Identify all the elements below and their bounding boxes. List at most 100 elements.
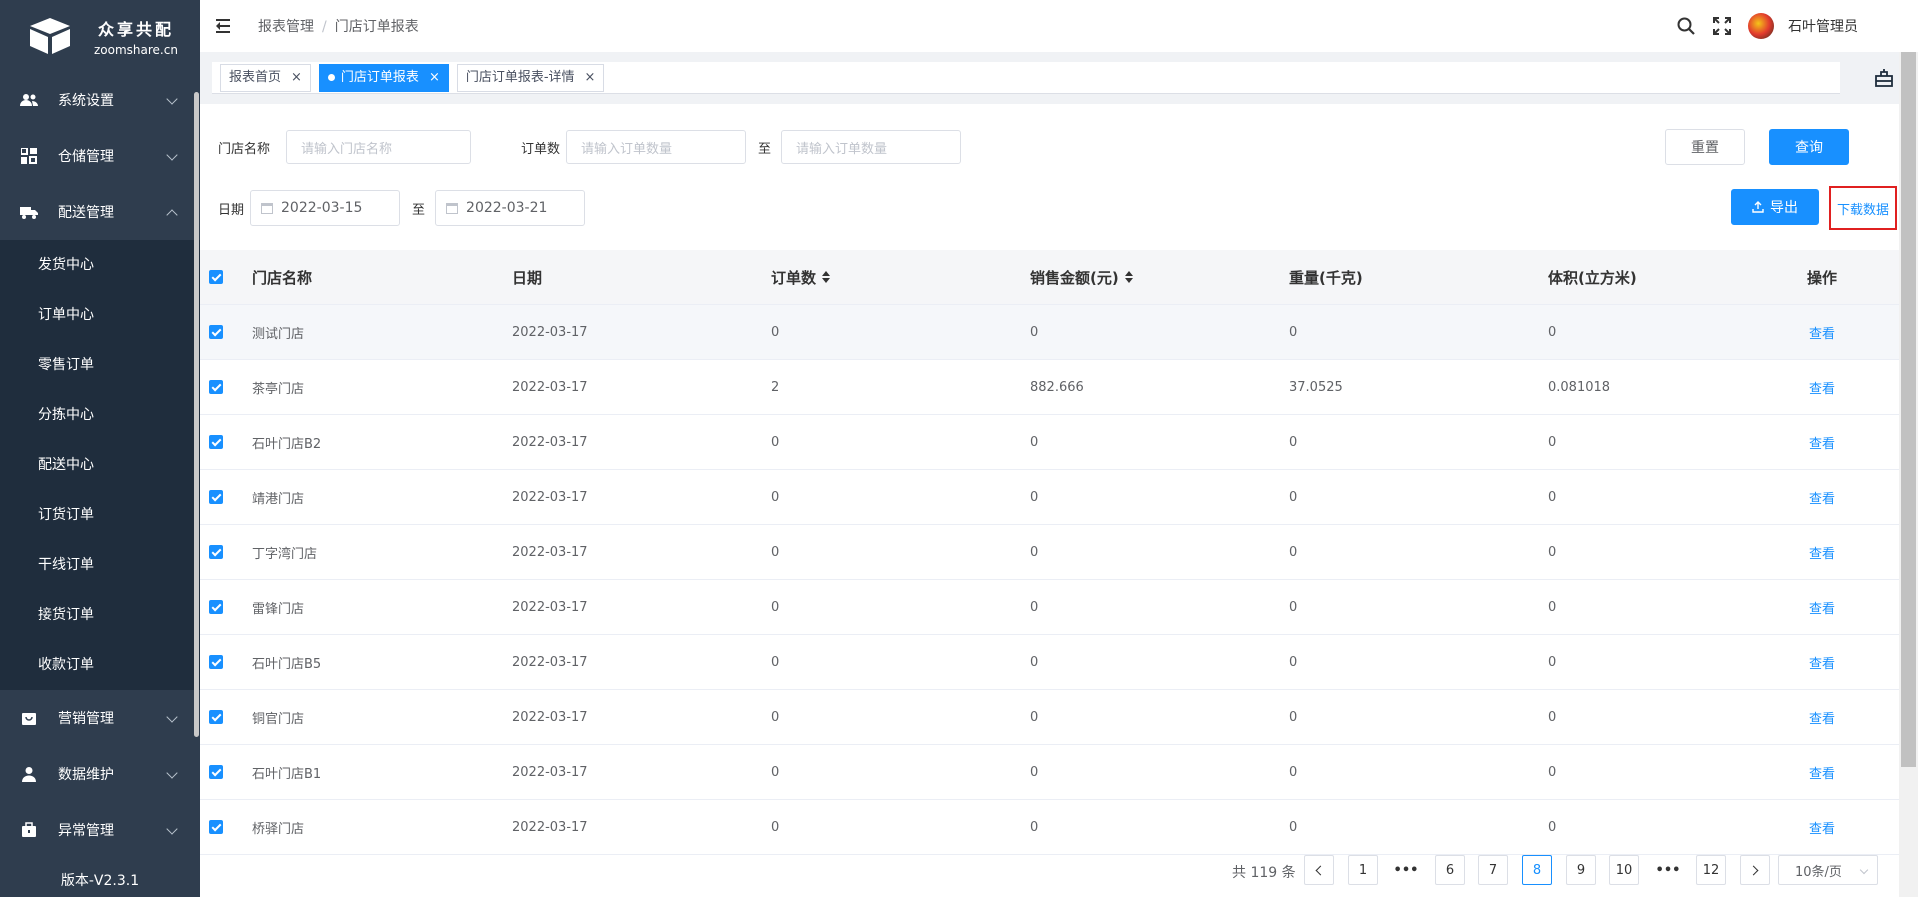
cell-volume: 0 [1548, 709, 1557, 725]
menu-toggle-icon[interactable] [216, 19, 234, 33]
cell-order-count: 0 [771, 489, 780, 505]
order-count-min-input[interactable]: 请输入订单数量 [566, 130, 747, 164]
submenu-item-purchase-orders[interactable]: 订货订单 [0, 490, 200, 540]
submenu-item-shipping-center[interactable]: 发货中心 [0, 240, 200, 290]
breadcrumb-item-reports[interactable]: 报表管理 [258, 19, 314, 35]
view-link[interactable]: 查看 [1809, 818, 1835, 837]
brand-logo[interactable]: 众享共配 zoomshare.cn [0, 0, 200, 72]
submenu-item-retail-orders[interactable]: 零售订单 [0, 340, 200, 390]
tab-label: 门店订单报表-详情 [465, 69, 575, 85]
page-button[interactable]: 6 [1435, 855, 1465, 885]
view-link[interactable]: 查看 [1809, 653, 1835, 672]
page-button[interactable]: 7 [1478, 855, 1508, 885]
submenu-item-delivery-center[interactable]: 配送中心 [0, 440, 200, 490]
view-link[interactable]: 查看 [1809, 378, 1835, 397]
sidebar: 众享共配 zoomshare.cn 系统设置 仓储管理 配送管理 发货中心 订单… [0, 0, 200, 897]
row-checkbox[interactable] [209, 655, 223, 669]
store-name-input[interactable]: 请输入门店名称 [286, 130, 472, 164]
submenu-item-sorting-center[interactable]: 分拣中心 [0, 390, 200, 440]
date-range-to-label: 至 [412, 202, 426, 218]
cell-volume: 0 [1548, 489, 1557, 505]
menu-system-settings[interactable]: 系统设置 [0, 72, 200, 128]
sort-icon[interactable] [822, 271, 831, 283]
submenu-item-order-center[interactable]: 订单中心 [0, 290, 200, 340]
cell-store-name: 茶亭门店 [252, 381, 305, 397]
pagination-ellipsis[interactable]: ••• [1391, 855, 1421, 885]
submenu-item-receiving-orders[interactable]: 接货订单 [0, 590, 200, 640]
username[interactable]: 石叶管理员 [1788, 16, 1858, 36]
select-all-checkbox[interactable] [209, 270, 223, 284]
menu-warehouse[interactable]: 仓储管理 [0, 128, 200, 184]
sort-icon[interactable] [1124, 271, 1133, 283]
prev-page-button[interactable] [1304, 855, 1334, 885]
chevron-down-icon [166, 149, 178, 161]
close-icon[interactable]: × [585, 65, 596, 91]
cell-sales-amount: 0 [1030, 324, 1039, 340]
tabs-menu-icon[interactable] [1874, 68, 1896, 90]
calendar-icon [446, 202, 459, 214]
next-page-button[interactable] [1740, 855, 1770, 885]
fullscreen-icon[interactable] [1712, 16, 1732, 36]
upload-icon [1752, 201, 1764, 213]
view-link[interactable]: 查看 [1809, 488, 1835, 507]
search-button[interactable]: 查询 [1769, 129, 1849, 165]
box-logo-icon [30, 18, 70, 54]
row-checkbox[interactable] [209, 545, 223, 559]
tab-store-order-report-detail[interactable]: 门店订单报表-详情 × [456, 63, 605, 92]
col-order-count[interactable]: 订单数 [771, 267, 831, 288]
view-link[interactable]: 查看 [1809, 433, 1835, 452]
row-checkbox[interactable] [209, 325, 223, 339]
menu-marketing[interactable]: 营销管理 [0, 690, 200, 746]
range-to-label: 至 [758, 141, 772, 157]
close-icon[interactable]: × [291, 65, 302, 91]
page-scrollbar[interactable] [1899, 52, 1918, 897]
page-button[interactable]: 10 [1609, 855, 1639, 885]
menu-exceptions[interactable]: 异常管理 [0, 802, 200, 858]
search-icon[interactable] [1676, 16, 1696, 36]
cell-store-name: 石叶门店B2 [252, 436, 322, 452]
submenu-item-payment-orders[interactable]: 收款订单 [0, 640, 200, 690]
row-checkbox[interactable] [209, 820, 223, 834]
page-button[interactable]: 9 [1566, 855, 1596, 885]
row-checkbox[interactable] [209, 765, 223, 779]
active-dot-icon [327, 74, 335, 81]
cell-date: 2022-03-17 [512, 324, 588, 340]
cell-weight: 0 [1289, 654, 1298, 670]
table-row: 铜官门店 2022-03-17 0 0 0 0 查看 [200, 690, 1900, 745]
submenu-item-trunk-orders[interactable]: 干线订单 [0, 540, 200, 590]
page-scrollbar-thumb[interactable] [1901, 52, 1916, 767]
page-button[interactable]: 1 [1348, 855, 1378, 885]
view-link[interactable]: 查看 [1809, 598, 1835, 617]
menu-data-maintenance[interactable]: 数据维护 [0, 746, 200, 802]
pagination-ellipsis[interactable]: ••• [1653, 855, 1683, 885]
view-link[interactable]: 查看 [1809, 323, 1835, 342]
row-checkbox[interactable] [209, 710, 223, 724]
close-icon[interactable]: × [429, 65, 440, 91]
avatar[interactable] [1748, 13, 1774, 39]
download-data-link[interactable]: 下载数据 [1829, 186, 1897, 230]
row-checkbox[interactable] [209, 435, 223, 449]
cell-volume: 0 [1548, 324, 1557, 340]
sidebar-menu-lower: 营销管理 数据维护 异常管理 [0, 690, 200, 858]
date-start-picker[interactable]: 2022-03-15 [250, 190, 401, 226]
grid-icon [20, 147, 38, 165]
page-size-select[interactable]: 10条/页 [1778, 855, 1878, 885]
row-checkbox[interactable] [209, 380, 223, 394]
page-button[interactable]: 12 [1696, 855, 1726, 885]
date-end-picker[interactable]: 2022-03-21 [435, 190, 586, 226]
view-link[interactable]: 查看 [1809, 708, 1835, 727]
col-sales-amount[interactable]: 销售金额(元) [1030, 267, 1133, 288]
order-count-max-input[interactable]: 请输入订单数量 [781, 130, 962, 164]
row-checkbox[interactable] [209, 490, 223, 504]
page-button[interactable]: 8 [1522, 855, 1552, 885]
reset-button[interactable]: 重置 [1665, 129, 1745, 165]
export-button[interactable]: 导出 [1731, 189, 1819, 225]
tab-report-home[interactable]: 报表首页 × [220, 63, 311, 92]
menu-delivery[interactable]: 配送管理 [0, 184, 200, 240]
view-link[interactable]: 查看 [1809, 763, 1835, 782]
row-checkbox[interactable] [209, 600, 223, 614]
view-link[interactable]: 查看 [1809, 543, 1835, 562]
tabs-bar: 报表首页 × 门店订单报表 × 门店订单报表-详情 × [200, 52, 1918, 104]
tab-store-order-report[interactable]: 门店订单报表 × [318, 63, 449, 92]
sidebar-scrollbar[interactable] [194, 92, 199, 737]
